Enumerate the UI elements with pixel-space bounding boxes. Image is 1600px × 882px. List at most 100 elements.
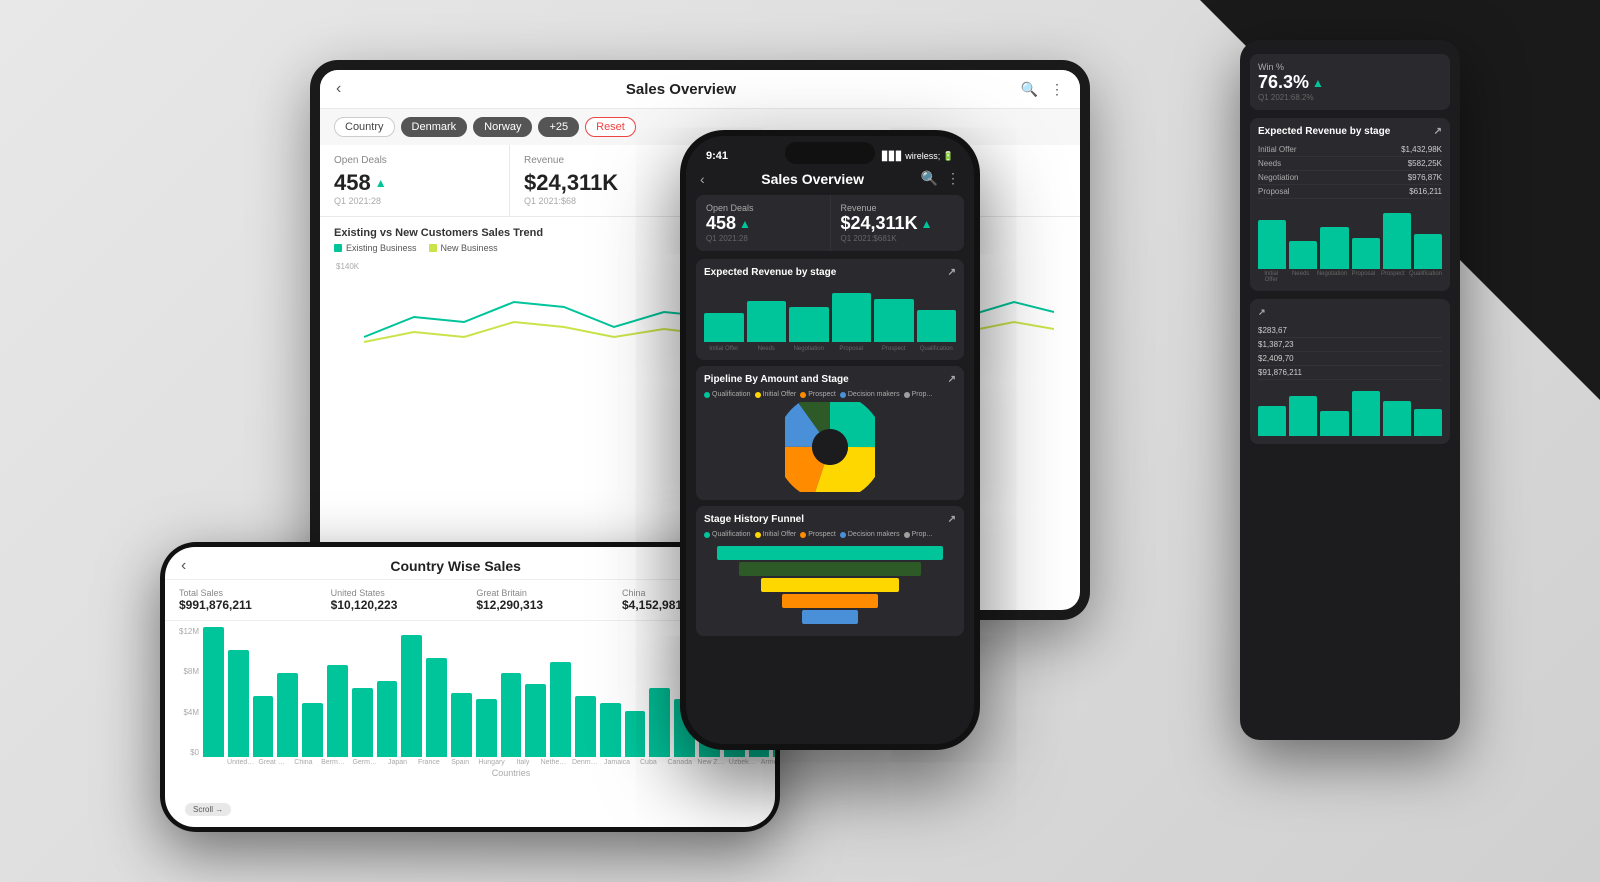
- filter-country[interactable]: Country: [334, 117, 395, 137]
- phone-open-deals-value: 458 ▲: [706, 213, 820, 234]
- bar-5: [874, 299, 914, 343]
- y-12m: $12M: [179, 627, 199, 636]
- rp-bottom-bars: [1258, 386, 1442, 436]
- legend-offer-dot: [755, 392, 761, 398]
- phone-revenue-value: $24,311K ▲: [841, 213, 955, 234]
- rp-expected-revenue-section: Expected Revenue by stage ↗ Initial Offe…: [1250, 118, 1450, 291]
- rp-bottom-title: ↗: [1258, 307, 1442, 318]
- y-8m: $8M: [179, 667, 199, 676]
- phone-expected-revenue-chart: [704, 284, 956, 344]
- land-x-label-17: Armenia: [760, 759, 775, 766]
- rp-list-item-4: Proposal $616,211: [1258, 185, 1442, 199]
- legend-new: New Business: [429, 243, 498, 253]
- phone-metrics: Open Deals 458 ▲ Q1 2021:28 Revenue $24,…: [696, 195, 964, 251]
- bar-4: [832, 293, 872, 342]
- phone-expected-revenue-title: Expected Revenue by stage ↗: [704, 267, 956, 278]
- phone-revenue-label: Revenue: [841, 203, 955, 213]
- land-x-axis-label: Countries: [203, 768, 775, 778]
- pipeline-expand-icon[interactable]: ↗: [948, 374, 956, 385]
- land-metric-us: United States $10,120,223: [331, 588, 477, 612]
- phone-revenue-up-icon: ▲: [921, 217, 933, 231]
- phone-funnel-chart: [704, 542, 956, 628]
- phone-notch: [785, 142, 875, 164]
- search-icon[interactable]: 🔍: [1021, 81, 1038, 98]
- phone-metric-open-deals: Open Deals 458 ▲ Q1 2021:28: [696, 195, 830, 251]
- rp-win-sub: Q1 2021:68.2%: [1258, 93, 1442, 102]
- land-bar-item-4: [302, 703, 323, 757]
- funnel-bar-4: [782, 594, 878, 608]
- legend-prop: Prop...: [904, 391, 933, 398]
- scroll-chip[interactable]: Scroll →: [185, 799, 231, 817]
- land-x-label-2: China: [290, 759, 317, 766]
- phone-screen: 9:41 ▊▊▊ wireless; 🔋 ‹ Sales Overview 🔍 …: [686, 136, 974, 744]
- rp-bottom-list: $283,67 $1,387,23 $2,409,70 $91,876,211: [1258, 324, 1442, 380]
- land-x-label-8: Hungary: [478, 759, 505, 766]
- funnel-bar-2: [739, 562, 920, 576]
- expand-icon[interactable]: ↗: [948, 267, 956, 278]
- phone-open-deals-label: Open Deals: [706, 203, 820, 213]
- funnel-legend-prospect: Prospect: [800, 531, 836, 538]
- metric-open-deals-sub: Q1 2021:28: [334, 196, 495, 206]
- status-icons: ▊▊▊ wireless; 🔋: [882, 151, 954, 162]
- land-bar-item-6: [352, 688, 373, 757]
- filter-reset[interactable]: Reset: [585, 117, 636, 137]
- land-x-label-1: Great Britain: [258, 759, 285, 766]
- land-x-label-13: Cuba: [635, 759, 662, 766]
- rp-list-item-3: Negotiation $976,87K: [1258, 171, 1442, 185]
- rp-bot-bar-6: [1414, 409, 1442, 437]
- land-back-icon[interactable]: ‹: [181, 557, 186, 575]
- filter-more[interactable]: +25: [538, 117, 579, 137]
- rp-win-value: 76.3% ▲: [1258, 72, 1442, 93]
- legend-prospect: Prospect: [800, 391, 836, 398]
- rp-bar-1: [1258, 220, 1286, 269]
- phone-funnel-title: Stage History Funnel ↗: [704, 514, 956, 525]
- rp-val-3: $2,409,70: [1258, 352, 1442, 366]
- land-x-label-12: Jamaica: [603, 759, 630, 766]
- land-bar-item-14: [550, 662, 571, 757]
- pipeline-legend: Qualification Initial Offer Prospect Dec…: [704, 391, 956, 398]
- rp-bot-bar-2: [1289, 396, 1317, 436]
- phone-more-icon[interactable]: ⋮: [946, 170, 960, 187]
- phone-title: Sales Overview: [705, 171, 921, 187]
- rp-x-labels: Initial Offer Needs Negotiation Proposal…: [1258, 271, 1442, 283]
- metric-open-deals-value: 458 ▲: [334, 170, 495, 196]
- legend-prop-dot: [904, 392, 910, 398]
- rp-expected-revenue-list: Initial Offer $1,432,98K Needs $582,25K …: [1258, 143, 1442, 199]
- land-x-label-4: Germany: [352, 759, 379, 766]
- land-x-label-16: Uzbekistan: [729, 759, 756, 766]
- right-panel: Win % 76.3% ▲ Q1 2021:68.2% Expected Rev…: [1240, 40, 1460, 740]
- land-x-label-5: Japan: [384, 759, 411, 766]
- filter-norway[interactable]: Norway: [473, 117, 532, 137]
- phone-revenue-sub: Q1 2021:$681K: [841, 234, 955, 243]
- funnel-legend-decision: Decision makers: [840, 531, 900, 538]
- funnel-bar-1: [717, 546, 944, 560]
- land-total-label: Total Sales: [179, 588, 311, 598]
- land-us-label: United States: [331, 588, 457, 598]
- funnel-legend-qual: Qualification: [704, 531, 751, 538]
- legend-qual: Qualification: [704, 391, 751, 398]
- legend-decision: Decision makers: [840, 391, 900, 398]
- land-metric-gb: Great Britain $12,290,313: [476, 588, 622, 612]
- phone-funnel-section: Stage History Funnel ↗ Qualification Ini…: [696, 506, 964, 636]
- bar-2: [747, 301, 787, 342]
- filter-denmark[interactable]: Denmark: [401, 117, 468, 137]
- rp-bottom-section: ↗ $283,67 $1,387,23 $2,409,70 $91,876,21…: [1250, 299, 1450, 444]
- x-label-2: Needs: [747, 346, 787, 352]
- land-bar-item-7: [377, 681, 398, 757]
- land-bar-item-9: [426, 658, 447, 757]
- rp-val-1: $283,67: [1258, 324, 1442, 338]
- land-x-label-11: Denmark: [572, 759, 599, 766]
- rp-bar-4: [1352, 238, 1380, 270]
- phone-pie-chart: [704, 402, 956, 492]
- funnel-expand-icon[interactable]: ↗: [948, 514, 956, 525]
- phone-device: 9:41 ▊▊▊ wireless; 🔋 ‹ Sales Overview 🔍 …: [680, 130, 980, 750]
- rp-bar-2: [1289, 241, 1317, 269]
- phone-search-icon[interactable]: 🔍: [921, 170, 938, 187]
- more-icon[interactable]: ⋮: [1050, 81, 1064, 98]
- rp-list-item-2: Needs $582,25K: [1258, 157, 1442, 171]
- land-bar-item-8: [401, 635, 422, 757]
- phone-header: ‹ Sales Overview 🔍 ⋮: [686, 166, 974, 195]
- rp-expand-icon[interactable]: ↗: [1434, 126, 1442, 137]
- rp-bot-bar-4: [1352, 391, 1380, 436]
- rp-val-4: $91,876,211: [1258, 366, 1442, 380]
